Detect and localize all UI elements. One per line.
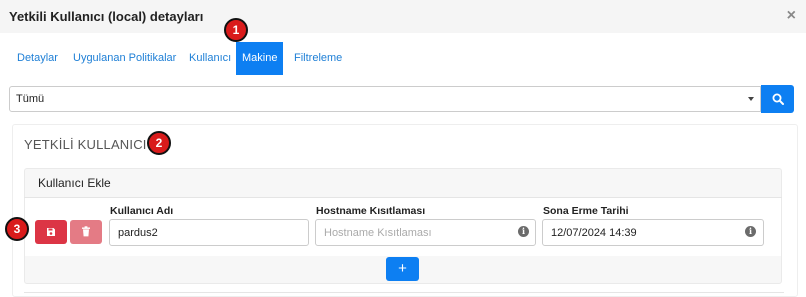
search-button[interactable] [761,85,794,113]
panel-divider [24,292,784,293]
trash-icon [82,226,90,237]
tab-uygulanan-politikalar[interactable]: Uygulanan Politikalar [73,42,176,75]
expiry-label: Sona Erme Tarihi [543,205,629,217]
tab-filtreleme[interactable]: Filtreleme [294,42,342,75]
close-icon[interactable]: × [787,7,796,25]
chevron-down-icon [748,97,754,101]
annotation-marker-3: 3 [5,217,29,241]
section-title: YETKİLİ KULLANICI [24,137,147,152]
delete-button[interactable] [70,220,102,244]
tab-kullanici[interactable]: Kullanıcı [189,42,231,75]
annotation-marker-2: 2 [147,131,171,155]
filter-select-value: Tümü [16,93,45,105]
info-icon: i [518,226,529,237]
search-icon [772,93,784,105]
tab-makine[interactable]: Makine [236,42,284,75]
modal-title: Yetkili Kullanıcı (local) detayları [9,9,204,24]
modal-header: Yetkili Kullanıcı (local) detayları × [0,0,806,33]
info-icon: i [745,226,756,237]
hostname-label: Hostname Kısıtlaması [316,205,426,217]
username-label: Kullanıcı Adı [110,205,174,217]
tab-detaylar[interactable]: Detaylar [17,42,58,75]
save-button[interactable] [35,220,67,244]
filter-select[interactable]: Tümü [9,86,761,112]
card-title: Kullanıcı Ekle [38,176,111,190]
username-input[interactable] [109,219,309,246]
annotation-marker-1: 1 [224,18,248,42]
add-row-button[interactable]: + [386,257,419,281]
save-icon [47,228,55,236]
expiry-input[interactable] [542,219,764,246]
hostname-input[interactable] [315,219,536,246]
